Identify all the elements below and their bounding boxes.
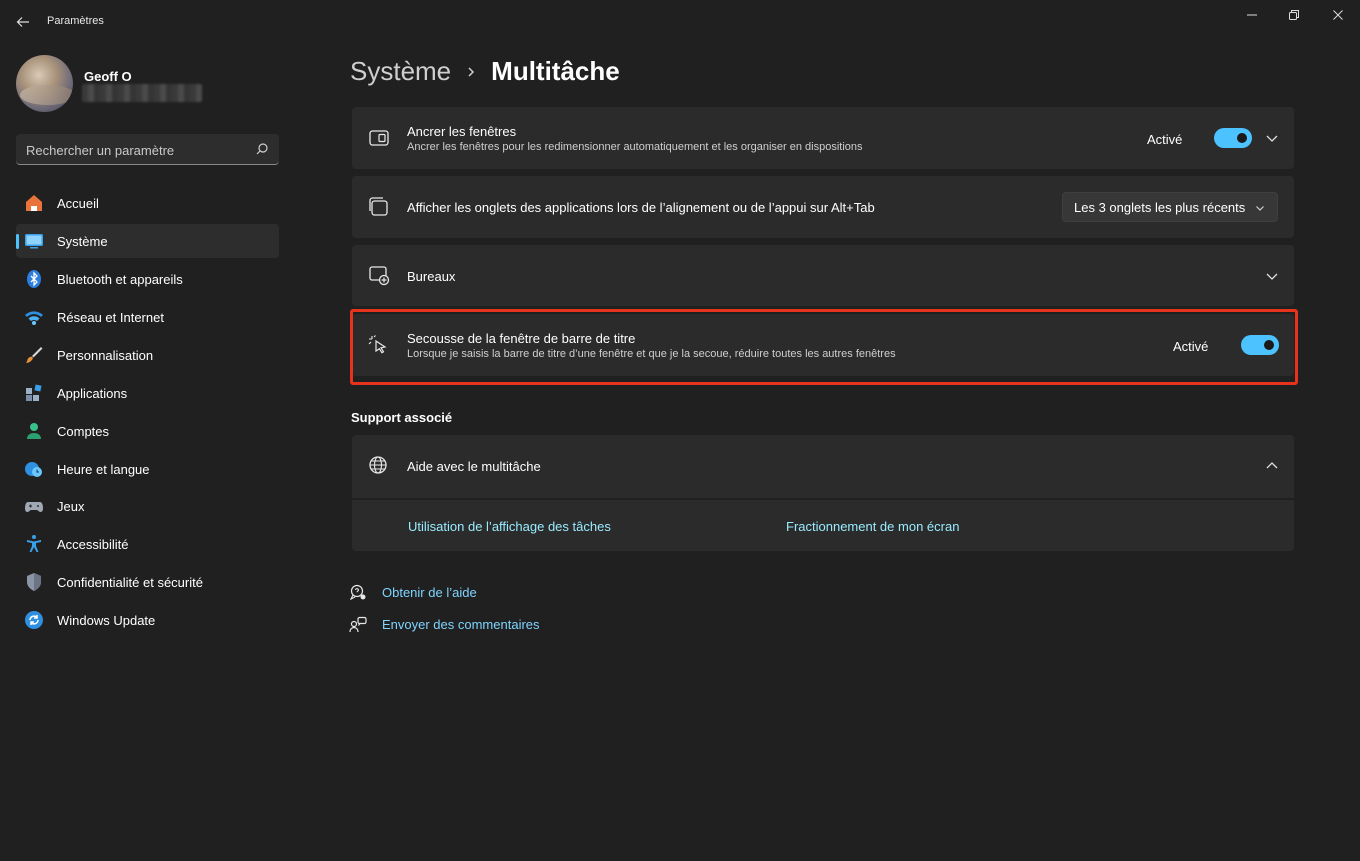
gamepad-icon bbox=[25, 502, 43, 512]
sidebar-item-label: Bluetooth et appareils bbox=[57, 272, 183, 287]
toggle-knob bbox=[1264, 340, 1274, 350]
sidebar-item-label: Confidentialité et sécurité bbox=[57, 575, 203, 590]
sidebar-item-label: Réseau et Internet bbox=[57, 310, 164, 325]
update-icon bbox=[25, 611, 43, 629]
brush-icon bbox=[26, 347, 43, 363]
bluetooth-icon bbox=[27, 270, 41, 288]
get-help-label: Obtenir de l’aide bbox=[382, 585, 477, 600]
sidebar-item-accessibilite[interactable]: Accessibilité bbox=[16, 527, 279, 561]
page-title: Multitâche bbox=[491, 56, 620, 86]
sidebar-item-label: Accueil bbox=[57, 196, 99, 211]
sidebar-item-label: Comptes bbox=[57, 424, 110, 439]
user-email-redacted bbox=[82, 84, 202, 102]
home-icon bbox=[26, 195, 42, 211]
sidebar-item-jeux[interactable]: Jeux bbox=[16, 489, 279, 523]
toggle-knob bbox=[1237, 133, 1247, 143]
help-links: Utilisation de l’affichage des tâches Fr… bbox=[352, 500, 1294, 551]
search-placeholder: Rechercher un paramètre bbox=[26, 143, 175, 158]
sidebar-item-windows-update[interactable]: Windows Update bbox=[16, 603, 279, 637]
setting-app-tabs: Afficher les onglets des applications lo… bbox=[352, 176, 1294, 238]
setting-desktops[interactable]: Bureaux bbox=[352, 245, 1294, 306]
shake-cursor-icon bbox=[368, 335, 387, 354]
close-icon bbox=[1333, 10, 1343, 20]
chevron-down-icon bbox=[1256, 206, 1264, 211]
clock-globe-icon bbox=[25, 462, 42, 477]
accessibility-icon bbox=[27, 535, 41, 552]
sidebar-item-personnalisation[interactable]: Personnalisation bbox=[16, 338, 279, 372]
toggle-state-label: Activé bbox=[1147, 132, 1183, 147]
setting-title: Bureaux bbox=[407, 269, 456, 284]
sidebar-item-heure-langue[interactable]: Heure et langue bbox=[16, 452, 279, 486]
wifi-icon bbox=[25, 311, 43, 325]
close-button[interactable] bbox=[1316, 0, 1360, 30]
sidebar-item-reseau[interactable]: Réseau et Internet bbox=[16, 300, 279, 334]
minimize-icon bbox=[1247, 14, 1257, 16]
setting-description: Lorsque je saisis la barre de titre d’un… bbox=[407, 348, 896, 360]
setting-snap-windows[interactable]: Ancrer les fenêtres Ancrer les fenêtres … bbox=[352, 107, 1294, 169]
setting-title: Ancrer les fenêtres bbox=[407, 124, 517, 139]
dropdown-selected-value: Les 3 onglets les plus récents bbox=[1074, 200, 1246, 215]
chevron-down-icon[interactable] bbox=[1265, 269, 1279, 283]
sidebar-item-label: Système bbox=[57, 234, 108, 249]
system-icon bbox=[25, 234, 43, 249]
sidebar-item-label: Applications bbox=[57, 386, 128, 401]
title-bar: Paramètres bbox=[0, 0, 1360, 44]
snap-toggle[interactable] bbox=[1214, 128, 1252, 148]
tabs-count-dropdown[interactable]: Les 3 onglets les plus récents bbox=[1062, 192, 1278, 222]
sidebar-item-confidentialite[interactable]: Confidentialité et sécurité bbox=[16, 565, 279, 599]
toggle-state-label: Activé bbox=[1173, 339, 1209, 354]
help-multitasking-header[interactable]: Aide avec le multitâche bbox=[352, 435, 1294, 498]
restore-icon bbox=[1289, 10, 1299, 20]
back-arrow-icon bbox=[16, 17, 29, 27]
sidebar-item-label: Jeux bbox=[57, 499, 85, 514]
search-input[interactable]: Rechercher un paramètre bbox=[16, 134, 279, 165]
setting-title: Secousse de la fenêtre de barre de titre bbox=[407, 331, 636, 346]
account-icon bbox=[27, 423, 41, 439]
chevron-down-icon[interactable] bbox=[1265, 131, 1279, 145]
globe-icon bbox=[369, 456, 387, 474]
virtual-desktop-icon bbox=[369, 266, 390, 286]
back-button[interactable] bbox=[10, 8, 36, 36]
sidebar-item-systeme[interactable]: Système bbox=[16, 224, 279, 258]
search-icon bbox=[256, 143, 268, 155]
send-feedback-label: Envoyer des commentaires bbox=[382, 617, 540, 632]
task-view-link[interactable]: Utilisation de l’affichage des tâches bbox=[408, 519, 611, 534]
sidebar-item-label: Heure et langue bbox=[57, 462, 150, 477]
sidebar-item-accueil[interactable]: Accueil bbox=[16, 186, 279, 220]
active-indicator bbox=[16, 234, 19, 249]
setting-description: Ancrer les fenêtres pour les redimension… bbox=[407, 141, 863, 153]
shake-toggle[interactable] bbox=[1241, 335, 1279, 355]
help-chat-icon bbox=[349, 584, 366, 601]
section-title: Support associé bbox=[351, 410, 453, 425]
setting-title-bar-shake: Secousse de la fenêtre de barre de titre… bbox=[352, 314, 1294, 376]
sidebar-item-label: Personnalisation bbox=[57, 348, 154, 363]
snap-layout-icon bbox=[369, 130, 389, 146]
chevron-up-icon[interactable] bbox=[1265, 459, 1279, 473]
breadcrumb: Système Multitâche bbox=[350, 56, 620, 87]
shield-icon bbox=[27, 573, 41, 591]
window-title: Paramètres bbox=[47, 15, 104, 27]
setting-title: Afficher les onglets des applications lo… bbox=[407, 200, 875, 215]
feedback-icon bbox=[349, 616, 367, 633]
chevron-right-icon bbox=[468, 66, 475, 77]
minimize-button[interactable] bbox=[1230, 0, 1274, 30]
sidebar-item-label: Windows Update bbox=[57, 613, 156, 628]
breadcrumb-parent[interactable]: Système bbox=[350, 56, 451, 87]
sidebar-item-bluetooth[interactable]: Bluetooth et appareils bbox=[16, 262, 279, 296]
restore-button[interactable] bbox=[1272, 0, 1316, 30]
sidebar-item-label: Accessibilité bbox=[57, 537, 129, 552]
avatar[interactable] bbox=[16, 55, 73, 112]
stacked-windows-icon bbox=[369, 197, 388, 216]
sidebar-item-comptes[interactable]: Comptes bbox=[16, 414, 279, 448]
setting-title: Aide avec le multitâche bbox=[407, 459, 541, 474]
split-screen-link[interactable]: Fractionnement de mon écran bbox=[786, 519, 959, 534]
user-name: Geoff O bbox=[84, 69, 132, 84]
sidebar-item-applications[interactable]: Applications bbox=[16, 376, 279, 410]
apps-icon bbox=[26, 384, 42, 401]
